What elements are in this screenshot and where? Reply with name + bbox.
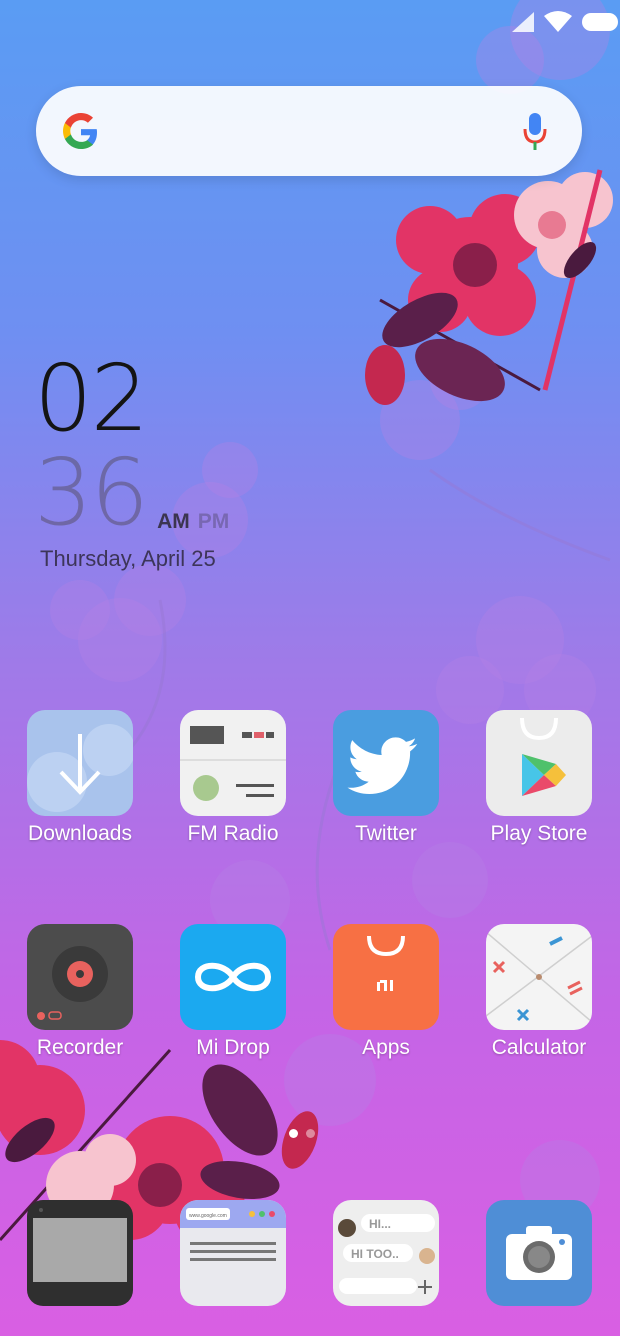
app-play-store[interactable]: Play Store [469,710,609,846]
browser-url-text: www.google.com [189,1213,227,1219]
calculator-icon [486,924,592,1030]
browser-icon: www.google.com [180,1200,286,1306]
app-label: Calculator [491,1036,587,1059]
app-apps[interactable]: Apps [316,924,456,1060]
dock-phone[interactable] [10,1200,150,1306]
app-calculator[interactable]: Calculator [469,924,609,1060]
page-dot[interactable] [306,1129,315,1138]
mi-drop-icon [180,924,286,1030]
app-label: Twitter [355,822,417,845]
app-label: Recorder [36,1036,124,1059]
recorder-icon [27,924,133,1030]
page-indicator [289,1125,323,1143]
phone-icon [27,1200,133,1306]
app-twitter[interactable]: Twitter [316,710,456,846]
downloads-icon [27,710,133,816]
camera-icon [486,1200,592,1306]
dock-messages[interactable]: HI... HI TOO.. [316,1200,456,1306]
app-grid: Downloads FM Radio Twitter Play Store Re… [0,0,620,1336]
app-recorder[interactable]: Recorder [10,924,150,1060]
messages-icon: HI... HI TOO.. [333,1200,439,1306]
app-mi-drop[interactable]: Mi Drop [163,924,303,1060]
app-label: Downloads [28,822,132,845]
app-label: Apps [362,1036,410,1059]
play-store-icon [486,710,592,816]
dock-browser[interactable]: www.google.com [163,1200,303,1306]
message-hi-text: HI... [369,1217,391,1231]
app-label: Mi Drop [196,1036,270,1059]
message-hi-too-text: HI TOO.. [351,1247,399,1261]
dock-camera[interactable] [469,1200,609,1306]
twitter-icon [333,710,439,816]
mi-apps-icon [333,924,439,1030]
page-dot-active[interactable] [289,1129,298,1138]
fm-radio-icon [180,710,286,816]
app-downloads[interactable]: Downloads [10,710,150,846]
app-label: Play Store [490,822,588,845]
app-label: FM Radio [187,822,279,845]
app-fm-radio[interactable]: FM Radio [163,710,303,846]
